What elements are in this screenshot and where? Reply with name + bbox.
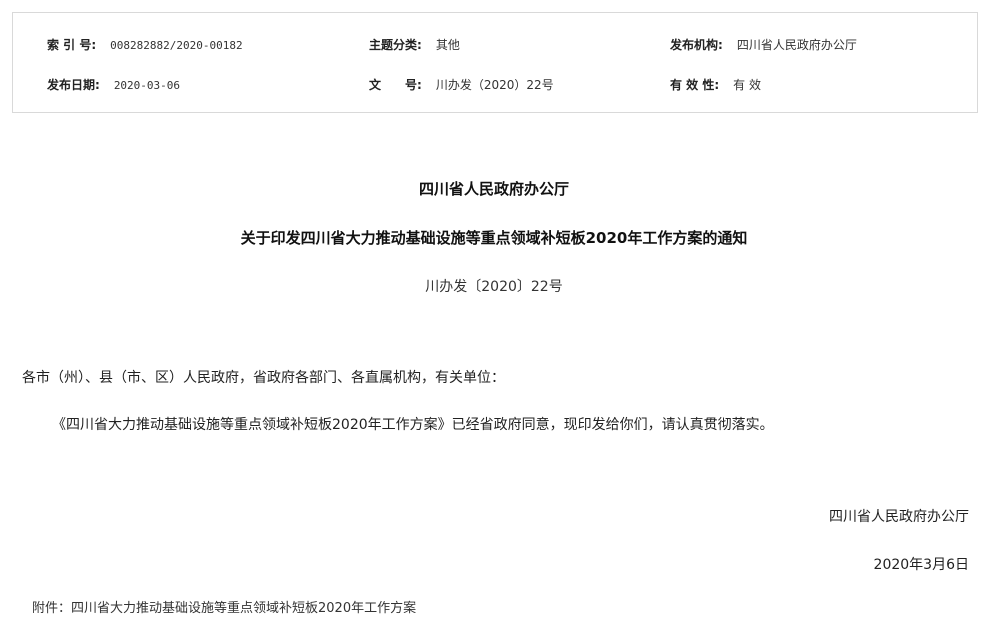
signature-date: 2020年3月6日 bbox=[873, 557, 969, 573]
document-number: 川办发〔2020〕22号 bbox=[425, 279, 563, 295]
meta-category-label: 主题分类: bbox=[369, 38, 422, 52]
meta-issuer: 发布机构: 四川省人民政府办公厅 bbox=[670, 37, 857, 53]
meta-date-value: 2020-03-06 bbox=[113, 79, 181, 92]
meta-docno-value: 川办发（2020）22号 bbox=[435, 78, 554, 92]
meta-date-label: 发布日期: bbox=[47, 78, 100, 92]
signature-org: 四川省人民政府办公厅 bbox=[829, 509, 969, 525]
metadata-panel: 索 引 号: 008282882/2020-00182 主题分类: 其他 发布机构:… bbox=[12, 12, 978, 113]
meta-category: 主题分类: 其他 bbox=[369, 37, 460, 53]
meta-index-value: 008282882/2020-00182 bbox=[110, 39, 243, 52]
attachment-link[interactable]: 四川省大力推动基础设施等重点领域补短板2020年工作方案 bbox=[71, 601, 416, 616]
document-body: 《四川省大力推动基础设施等重点领域补短板2020年工作方案》已经省政府同意，现印… bbox=[52, 417, 774, 433]
attachment-label: 附件： bbox=[32, 601, 72, 616]
meta-index: 索 引 号: 008282882/2020-00182 bbox=[47, 37, 243, 54]
attachment-line: 附件：四川省大力推动基础设施等重点领域补短板2020年工作方案 bbox=[32, 597, 416, 616]
meta-issuer-value: 四川省人民政府办公厅 bbox=[736, 38, 857, 52]
meta-docno-label: 文 号: bbox=[369, 78, 422, 92]
document-org-heading: 四川省人民政府办公厅 bbox=[418, 180, 569, 198]
meta-docno: 文 号: 川办发（2020）22号 bbox=[369, 77, 554, 93]
document-title: 关于印发四川省大力推动基础设施等重点领域补短板2020年工作方案的通知 bbox=[240, 229, 748, 247]
meta-validity-value: 有 效 bbox=[733, 78, 761, 92]
meta-date: 发布日期: 2020-03-06 bbox=[47, 77, 180, 94]
meta-issuer-label: 发布机构: bbox=[670, 38, 723, 52]
meta-category-value: 其他 bbox=[435, 38, 460, 52]
document-salutation: 各市（州）、县（市、区）人民政府，省政府各部门、各直属机构，有关单位： bbox=[22, 370, 505, 386]
meta-index-label: 索 引 号: bbox=[47, 38, 97, 52]
meta-validity-label: 有 效 性: bbox=[670, 78, 720, 92]
meta-validity: 有 效 性: 有 效 bbox=[670, 77, 761, 93]
